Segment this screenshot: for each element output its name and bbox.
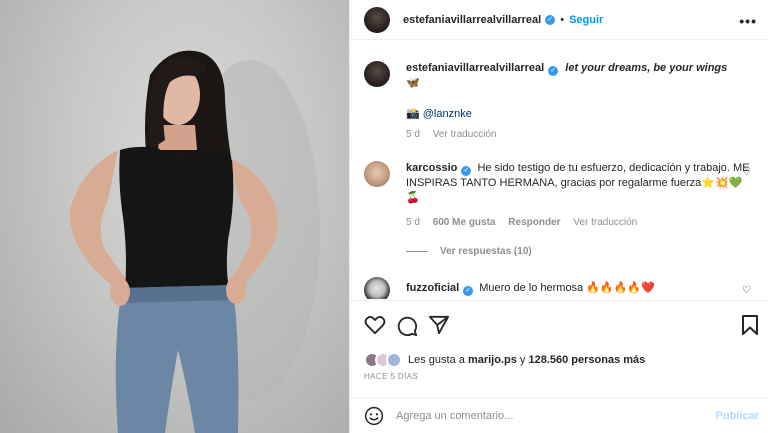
comment-meta: 5 d 600 Me gusta Responder Ver traducció… xyxy=(406,217,647,228)
comment: karcossio ✓ He sido testigo de tu esfuerz… xyxy=(364,161,759,261)
comment-text: Muero de lo hermosa 🔥🔥🔥🔥❤️ xyxy=(479,282,655,294)
comment-translate[interactable]: Ver traducción xyxy=(573,217,637,228)
emoji-smiley-icon[interactable] xyxy=(364,406,384,426)
caption: estefaniavillarrealvillarreal ✓ let your … xyxy=(364,61,759,151)
comment: fuzzoficial ✓ Muero de lo hermosa 🔥🔥🔥🔥❤️ … xyxy=(364,277,759,299)
butterfly-emoji: 🦋 xyxy=(406,77,420,89)
follow-button[interactable]: Seguir xyxy=(569,14,603,26)
view-replies[interactable]: Ver respuestas (10) xyxy=(406,246,532,257)
post-timestamp[interactable]: HACE 5 DÍAS xyxy=(364,372,418,381)
caption-username[interactable]: estefaniavillarrealvillarreal xyxy=(406,62,544,74)
caption-meta: 5 d Ver traducción xyxy=(406,129,507,140)
post-header: estefaniavillarrealvillarreal ✓ • Seguir… xyxy=(350,0,768,40)
photo-illustration xyxy=(69,50,320,433)
liker-avatars xyxy=(364,351,404,369)
likes-summary[interactable]: Les gusta a marijo.ps y 128.560 personas… xyxy=(364,351,645,369)
comment-username[interactable]: fuzzoficial xyxy=(406,282,459,294)
author-avatar[interactable] xyxy=(364,6,390,33)
replies-line xyxy=(406,250,428,252)
save-bookmark-icon[interactable] xyxy=(741,315,759,335)
comment-input[interactable] xyxy=(396,410,696,422)
comment-avatar[interactable] xyxy=(364,161,390,187)
post-photo[interactable] xyxy=(0,0,349,433)
author-username[interactable]: estefaniavillarrealvillarreal xyxy=(403,14,541,26)
credit-mention[interactable]: @lanznke xyxy=(423,108,472,120)
separator-dot: • xyxy=(560,13,565,26)
action-icons xyxy=(364,315,450,337)
liker-avatar xyxy=(386,352,402,368)
comment-likes[interactable]: 600 Me gusta xyxy=(433,217,496,228)
caption-time: 5 d xyxy=(406,129,420,140)
verified-badge-icon: ✓ xyxy=(548,66,559,76)
comment-like-heart-icon[interactable]: ♡ xyxy=(742,285,751,296)
caption-translate[interactable]: Ver traducción xyxy=(433,129,497,140)
likes-user[interactable]: marijo.ps xyxy=(468,354,517,366)
likes-others[interactable]: 128.560 personas más xyxy=(528,354,645,366)
caption-body: estefaniavillarrealvillarreal ✓ let your … xyxy=(406,61,751,91)
comment-avatar[interactable] xyxy=(364,277,390,299)
publish-button[interactable]: Publicar xyxy=(716,410,759,422)
camera-emoji: 📸 xyxy=(406,108,420,120)
share-send-icon[interactable] xyxy=(428,315,450,335)
comment-body: fuzzoficial ✓ Muero de lo hermosa 🔥🔥🔥🔥❤️ xyxy=(406,281,751,296)
caption-credit: 📸 @lanznke xyxy=(406,107,751,122)
verified-badge-icon: ✓ xyxy=(545,14,556,25)
reply-button[interactable]: Responder xyxy=(508,217,560,228)
like-heart-icon[interactable] xyxy=(364,315,386,335)
likes-prefix: Les gusta a xyxy=(408,354,465,366)
instagram-post: estefaniavillarrealvillarreal ✓ • Seguir… xyxy=(0,0,768,433)
add-comment-bar: Publicar xyxy=(350,397,768,433)
comment-body: karcossio ✓ He sido testigo de tu esfuerz… xyxy=(406,161,751,206)
comments-list[interactable]: estefaniavillarrealvillarreal ✓ let your … xyxy=(350,41,768,299)
post-side-panel: estefaniavillarrealvillarreal ✓ • Seguir… xyxy=(349,0,768,433)
view-replies-label: Ver respuestas (10) xyxy=(440,246,532,257)
post-actions: Les gusta a marijo.ps y 128.560 personas… xyxy=(350,300,768,433)
verified-badge-icon: ✓ xyxy=(463,286,474,296)
likes-connector: y xyxy=(519,354,526,366)
comment-username[interactable]: karcossio xyxy=(406,162,457,174)
caption-avatar[interactable] xyxy=(364,61,390,87)
comment-text: He sido testigo de tu esfuerzo, dedicaci… xyxy=(406,162,750,204)
comment-time: 5 d xyxy=(406,217,420,228)
comment-bubble-icon[interactable] xyxy=(396,315,418,337)
more-dots-icon[interactable]: ••• xyxy=(739,13,757,29)
verified-badge-icon: ✓ xyxy=(461,166,472,176)
caption-text: let your dreams, be your wings xyxy=(565,62,728,74)
comment-like-heart-icon[interactable]: ♡ xyxy=(742,167,751,178)
